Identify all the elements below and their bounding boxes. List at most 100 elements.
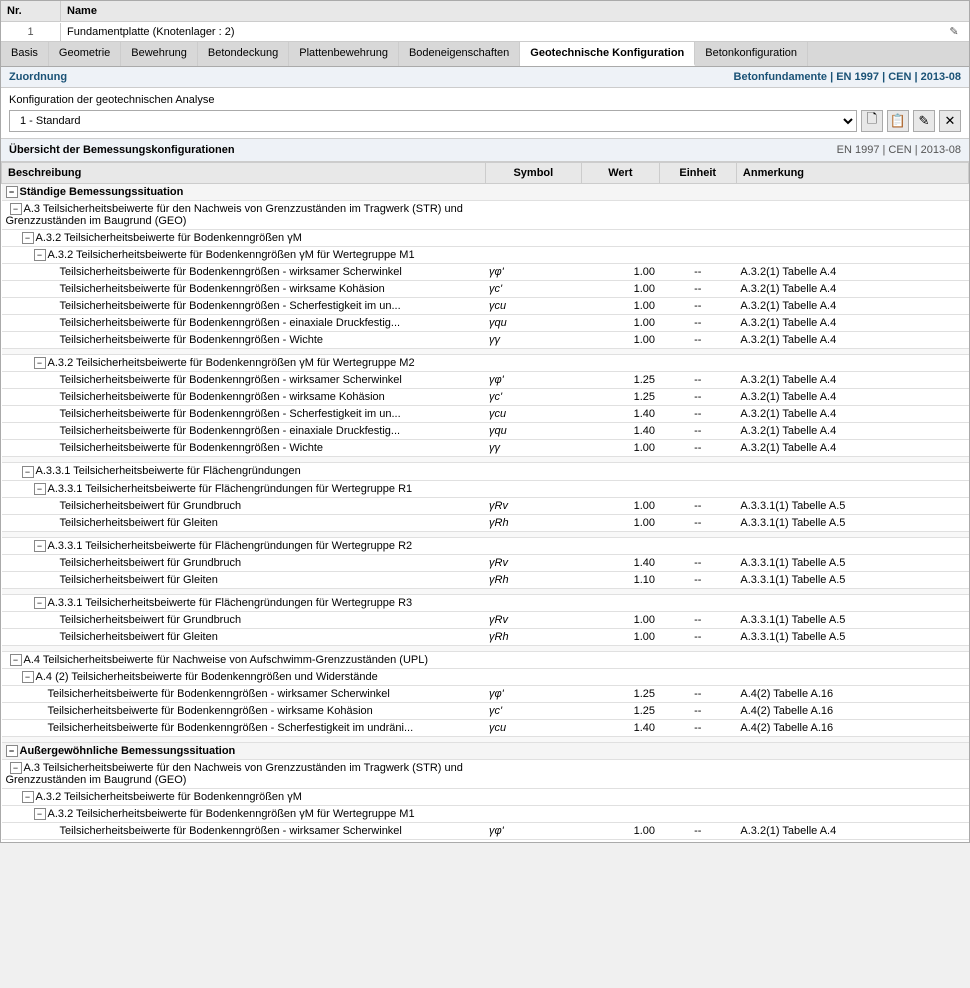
sym-cell	[485, 743, 582, 760]
unit-cell	[659, 760, 736, 789]
row-name-text: Fundamentplatte (Knotenlager : 2)	[67, 26, 235, 38]
sym-cell: γcu	[485, 298, 582, 315]
unit-cell	[659, 743, 736, 760]
desc-cell: Teilsicherheitsbeiwerte für Bodenkenngrö…	[2, 840, 486, 842]
desc-text: Teilsicherheitsbeiwert für Grundbruch	[60, 557, 242, 569]
tab-betondeckung[interactable]: Betondeckung	[198, 42, 289, 66]
unit-cell	[659, 651, 736, 668]
config-btn-copy[interactable]: 📋	[887, 110, 909, 132]
unit-cell: --	[659, 423, 736, 440]
toggle-icon[interactable]: −	[34, 357, 46, 369]
edit-button[interactable]: ✎	[939, 22, 969, 41]
toggle-icon[interactable]: −	[34, 808, 46, 820]
toggle-icon[interactable]: −	[10, 654, 22, 666]
tab-plattenbewehrung[interactable]: Plattenbewehrung	[289, 42, 399, 66]
col-einheit: Einheit	[659, 163, 736, 184]
toggle-icon[interactable]: −	[34, 540, 46, 552]
leaf-row: Teilsicherheitsbeiwert für GrundbruchγRv…	[2, 497, 969, 514]
sub-header-row: −A.4 (2) Teilsicherheitsbeiwerte für Bod…	[2, 668, 969, 685]
desc-text: Teilsicherheitsbeiwerte für Bodenkenngrö…	[48, 722, 414, 734]
val-cell	[582, 184, 659, 201]
val-cell	[582, 668, 659, 685]
desc-cell: −A.3.3.1 Teilsicherheitsbeiwerte für Flä…	[2, 594, 486, 611]
note-cell	[736, 184, 968, 201]
desc-text: Teilsicherheitsbeiwerte für Bodenkenngrö…	[60, 334, 324, 346]
nr-header: Nr.	[1, 1, 61, 21]
desc-cell: Teilsicherheitsbeiwerte für Bodenkenngrö…	[2, 406, 486, 423]
val-cell: 1.00	[582, 611, 659, 628]
tab-bodeneigenschaften[interactable]: Bodeneigenschaften	[399, 42, 520, 66]
col-beschreibung: Beschreibung	[2, 163, 486, 184]
section-header-row: −Außergewöhnliche Bemessungssituation	[2, 743, 969, 760]
desc-cell: Teilsicherheitsbeiwerte für Bodenkenngrö…	[2, 720, 486, 737]
toggle-icon[interactable]: −	[34, 249, 46, 261]
sym-cell: γγ	[485, 332, 582, 349]
leaf-row: Teilsicherheitsbeiwerte für Bodenkenngrö…	[2, 298, 969, 315]
sym-cell	[485, 806, 582, 823]
sub-header-row: −A.3.3.1 Teilsicherheitsbeiwerte für Flä…	[2, 463, 969, 480]
tab-basis[interactable]: Basis	[1, 42, 49, 66]
desc-text: A.3 Teilsicherheitsbeiwerte für den Nach…	[6, 762, 463, 786]
val-cell: 1.10	[582, 571, 659, 588]
leaf-row: Teilsicherheitsbeiwerte für Bodenkenngrö…	[2, 406, 969, 423]
unit-cell: --	[659, 298, 736, 315]
unit-cell	[659, 247, 736, 264]
val-cell	[582, 743, 659, 760]
sym-cell: γqu	[485, 423, 582, 440]
leaf-row: Teilsicherheitsbeiwerte für Bodenkenngrö…	[2, 389, 969, 406]
desc-text: A.3.2 Teilsicherheitsbeiwerte für Bodenk…	[48, 808, 415, 820]
toggle-icon[interactable]: −	[6, 186, 18, 198]
unit-cell: --	[659, 406, 736, 423]
val-cell: 1.25	[582, 703, 659, 720]
unit-cell: --	[659, 611, 736, 628]
tab-geometrie[interactable]: Geometrie	[49, 42, 121, 66]
toggle-icon[interactable]: −	[22, 791, 34, 803]
desc-cell: Teilsicherheitsbeiwerte für Bodenkenngrö…	[2, 423, 486, 440]
toggle-icon[interactable]: −	[34, 483, 46, 495]
note-cell: A.3.3.1(1) Tabelle A.5	[736, 497, 968, 514]
toggle-icon[interactable]: −	[22, 232, 34, 244]
val-cell	[582, 201, 659, 230]
unit-cell	[659, 230, 736, 247]
table-container[interactable]: Beschreibung Symbol Wert Einheit Anmerku…	[1, 162, 969, 842]
note-cell: A.3.3.1(1) Tabelle A.5	[736, 628, 968, 645]
unit-cell	[659, 201, 736, 230]
toggle-icon[interactable]: −	[22, 466, 34, 478]
sym-cell: γc'	[485, 840, 582, 842]
note-cell	[736, 201, 968, 230]
toggle-icon[interactable]: −	[10, 203, 22, 215]
tab-geotechnische-konfiguration[interactable]: Geotechnische Konfiguration	[520, 42, 695, 66]
val-cell: 1.40	[582, 720, 659, 737]
config-select[interactable]: 1 - Standard	[9, 110, 857, 132]
tab-betonkonfiguration[interactable]: Betonkonfiguration	[695, 42, 808, 66]
val-cell: 1.25	[582, 372, 659, 389]
desc-cell: Teilsicherheitsbeiwerte für Bodenkenngrö…	[2, 298, 486, 315]
desc-text: Teilsicherheitsbeiwerte für Bodenkenngrö…	[60, 391, 385, 403]
desc-cell: −A.3 Teilsicherheitsbeiwerte für den Nac…	[2, 760, 486, 789]
config-section: Konfiguration der geotechnischen Analyse…	[1, 88, 969, 139]
desc-text: A.3.3.1 Teilsicherheitsbeiwerte für Fläc…	[36, 465, 301, 477]
sym-cell: γφ'	[485, 686, 582, 703]
toggle-icon[interactable]: −	[34, 597, 46, 609]
col-symbol: Symbol	[485, 163, 582, 184]
desc-text: Teilsicherheitsbeiwert für Grundbruch	[60, 614, 242, 626]
leaf-row: Teilsicherheitsbeiwert für GrundbruchγRv…	[2, 611, 969, 628]
desc-cell: Teilsicherheitsbeiwert für Gleiten	[2, 628, 486, 645]
val-cell: 1.00	[582, 332, 659, 349]
desc-text: A.3.3.1 Teilsicherheitsbeiwerte für Fläc…	[48, 540, 413, 552]
desc-text: A.4 (2) Teilsicherheitsbeiwerte für Bode…	[36, 671, 378, 683]
config-btn-new[interactable]: 🗋	[861, 110, 883, 132]
sym-cell: γRh	[485, 628, 582, 645]
config-btn-delete[interactable]: ✕	[939, 110, 961, 132]
tab-bewehrung[interactable]: Bewehrung	[121, 42, 198, 66]
desc-cell: −A.3.3.1 Teilsicherheitsbeiwerte für Flä…	[2, 537, 486, 554]
toggle-icon[interactable]: −	[6, 745, 18, 757]
unit-cell	[659, 184, 736, 201]
sym-cell	[485, 480, 582, 497]
overview-norm: EN 1997 | CEN | 2013-08	[837, 144, 961, 156]
config-btn-edit[interactable]: ✎	[913, 110, 935, 132]
unit-cell: --	[659, 389, 736, 406]
toggle-icon[interactable]: −	[10, 762, 22, 774]
toggle-icon[interactable]: −	[22, 671, 34, 683]
unit-cell	[659, 355, 736, 372]
